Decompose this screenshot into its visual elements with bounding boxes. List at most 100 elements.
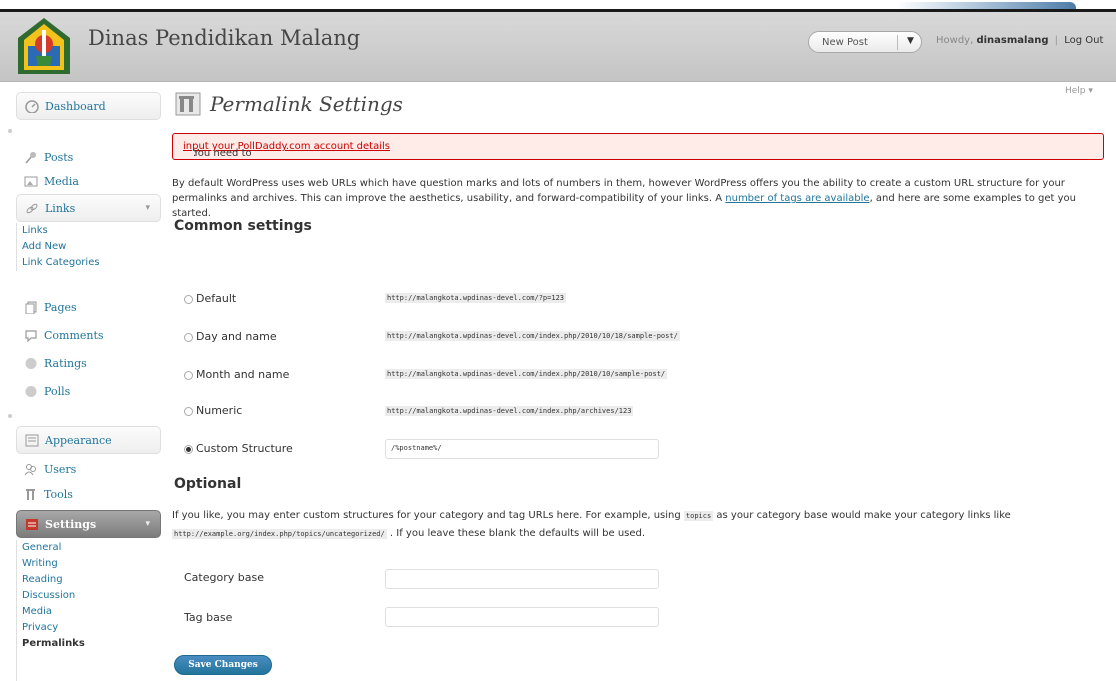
intro-paragraph: By default WordPress uses web URLs which… bbox=[172, 176, 1107, 221]
radio-default[interactable] bbox=[184, 295, 193, 304]
example-url: http://malangkota.wpdinas-devel.com/inde… bbox=[385, 406, 634, 416]
chevron-down-icon[interactable]: ▼ bbox=[907, 36, 914, 46]
notice-suffix: . bbox=[193, 148, 197, 159]
username-link[interactable]: dinasmalang bbox=[976, 35, 1048, 46]
option-label: Custom Structure bbox=[196, 442, 293, 455]
top-bar bbox=[0, 0, 1116, 12]
link-icon bbox=[26, 203, 38, 214]
sidebar-item-posts[interactable]: Posts bbox=[16, 146, 161, 170]
site-logo bbox=[18, 18, 70, 74]
example-url: http://malangkota.wpdinas-devel.com/inde… bbox=[385, 369, 668, 379]
comment-icon bbox=[25, 330, 37, 342]
optional-text-3: . If you leave these blank the defaults … bbox=[386, 528, 646, 539]
submenu-item-link-categories[interactable]: Link Categories bbox=[17, 255, 161, 271]
submenu-item-reading[interactable]: Reading bbox=[17, 572, 161, 588]
new-post-label: New Post bbox=[822, 37, 868, 48]
sidebar-item-label: Users bbox=[44, 463, 77, 476]
sidebar-item-ratings[interactable]: Ratings bbox=[16, 352, 161, 376]
sidebar-item-comments[interactable]: Comments bbox=[16, 324, 161, 348]
page-title: Permalink Settings bbox=[210, 92, 403, 116]
sidebar-item-label: Settings bbox=[45, 518, 97, 531]
radio-numeric[interactable] bbox=[184, 407, 193, 416]
submenu-item-links[interactable]: Links bbox=[17, 223, 161, 239]
code-topics: topics bbox=[683, 511, 714, 521]
pin-icon bbox=[25, 152, 36, 164]
sidebar-item-label: Media bbox=[44, 175, 79, 188]
sidebar-item-tools[interactable]: Tools bbox=[16, 483, 161, 507]
user-info: Howdy, dinasmalang | Log Out bbox=[936, 35, 1103, 46]
menu-separator bbox=[8, 129, 12, 133]
common-settings-heading: Common settings bbox=[174, 218, 312, 234]
submenu-item-media[interactable]: Media bbox=[17, 604, 161, 620]
settings-page-icon bbox=[175, 92, 201, 116]
option-label: Default bbox=[196, 292, 237, 305]
sidebar-item-pages[interactable]: Pages bbox=[16, 296, 161, 320]
option-label: Day and name bbox=[196, 330, 277, 343]
appearance-icon bbox=[25, 434, 39, 447]
submenu-item-writing[interactable]: Writing bbox=[17, 556, 161, 572]
sidebar-item-label: Tools bbox=[44, 488, 73, 501]
sidebar-item-polls[interactable]: Polls bbox=[16, 380, 161, 404]
site-title[interactable]: Dinas Pendidikan Malang bbox=[88, 26, 360, 50]
submenu-item-add-new[interactable]: Add New bbox=[17, 239, 161, 255]
users-icon bbox=[24, 464, 36, 476]
optional-description: If you like, you may enter custom struct… bbox=[172, 507, 1107, 543]
howdy-text: Howdy, bbox=[936, 35, 974, 46]
example-url: http://malangkota.wpdinas-devel.com/?p=1… bbox=[385, 293, 567, 303]
sidebar-item-label: Pages bbox=[44, 301, 77, 314]
sidebar-item-label: Posts bbox=[44, 151, 74, 164]
media-icon bbox=[24, 176, 38, 187]
pages-icon bbox=[25, 301, 37, 314]
submenu-item-discussion[interactable]: Discussion bbox=[17, 588, 161, 604]
radio-custom-structure[interactable] bbox=[184, 445, 193, 454]
category-base-input[interactable] bbox=[385, 569, 659, 589]
radio-month-and-name[interactable] bbox=[184, 371, 193, 380]
dropdown-separator bbox=[897, 35, 898, 50]
submenu-item-privacy[interactable]: Privacy bbox=[17, 620, 161, 636]
tools-icon bbox=[26, 489, 35, 500]
notice-prefix: You need to bbox=[193, 148, 252, 159]
ratings-icon bbox=[25, 358, 37, 369]
submenu-item-permalinks[interactable]: Permalinks bbox=[17, 636, 161, 652]
tag-base-label: Tag base bbox=[184, 611, 233, 624]
category-base-label: Category base bbox=[184, 571, 264, 584]
custom-structure-value: /%postname%/ bbox=[391, 444, 442, 452]
sidebar-item-media[interactable]: Media bbox=[16, 170, 161, 194]
sidebar-item-appearance[interactable]: Appearance bbox=[16, 426, 161, 454]
sidebar-item-label: Comments bbox=[44, 329, 104, 342]
polls-icon bbox=[25, 386, 37, 397]
save-changes-button[interactable]: Save Changes bbox=[174, 655, 272, 675]
chevron-down-icon[interactable]: ▾ bbox=[145, 203, 150, 213]
tag-base-input[interactable] bbox=[385, 607, 659, 627]
sidebar-item-links[interactable]: Links ▾ bbox=[16, 194, 161, 222]
optional-text-1: If you like, you may enter custom struct… bbox=[172, 510, 684, 521]
logout-link[interactable]: Log Out bbox=[1064, 35, 1103, 46]
settings-icon bbox=[26, 519, 38, 530]
radio-day-and-name[interactable] bbox=[184, 333, 193, 342]
menu-separator bbox=[8, 414, 12, 418]
optional-heading: Optional bbox=[174, 476, 242, 492]
sidebar-item-dashboard[interactable]: Dashboard bbox=[16, 92, 161, 120]
separator: | bbox=[1054, 35, 1059, 46]
code-example-url: http://example.org/index.php/topics/unca… bbox=[172, 529, 387, 539]
sidebar-item-settings[interactable]: Settings ▾ bbox=[16, 510, 161, 538]
submenu-item-general[interactable]: General bbox=[17, 540, 161, 556]
available-tags-link[interactable]: number of tags are available bbox=[725, 193, 869, 204]
sidebar-item-users[interactable]: Users bbox=[16, 458, 161, 482]
new-post-dropdown[interactable]: New Post ▼ bbox=[808, 31, 922, 53]
sidebar-item-label: Polls bbox=[44, 385, 71, 398]
links-submenu: Links Add New Link Categories bbox=[16, 223, 161, 271]
settings-submenu: General Writing Reading Discussion Media… bbox=[16, 540, 161, 681]
custom-structure-input[interactable]: /%postname%/ bbox=[385, 439, 659, 459]
optional-text-2: as your category base would make your ca… bbox=[713, 510, 1011, 521]
option-label: Month and name bbox=[196, 368, 290, 381]
option-label: Numeric bbox=[196, 404, 243, 417]
dashboard-icon bbox=[25, 100, 39, 113]
notice-text: You need to input your PollDaddy.com acc… bbox=[183, 141, 390, 159]
help-tab[interactable]: Help ▾ bbox=[1065, 86, 1093, 96]
sidebar-item-label: Links bbox=[45, 202, 76, 215]
sidebar-item-label: Appearance bbox=[45, 434, 112, 447]
error-notice: You need to input your PollDaddy.com acc… bbox=[172, 133, 1104, 160]
chevron-down-icon[interactable]: ▾ bbox=[145, 519, 150, 529]
sidebar-item-label: Dashboard bbox=[45, 100, 106, 113]
